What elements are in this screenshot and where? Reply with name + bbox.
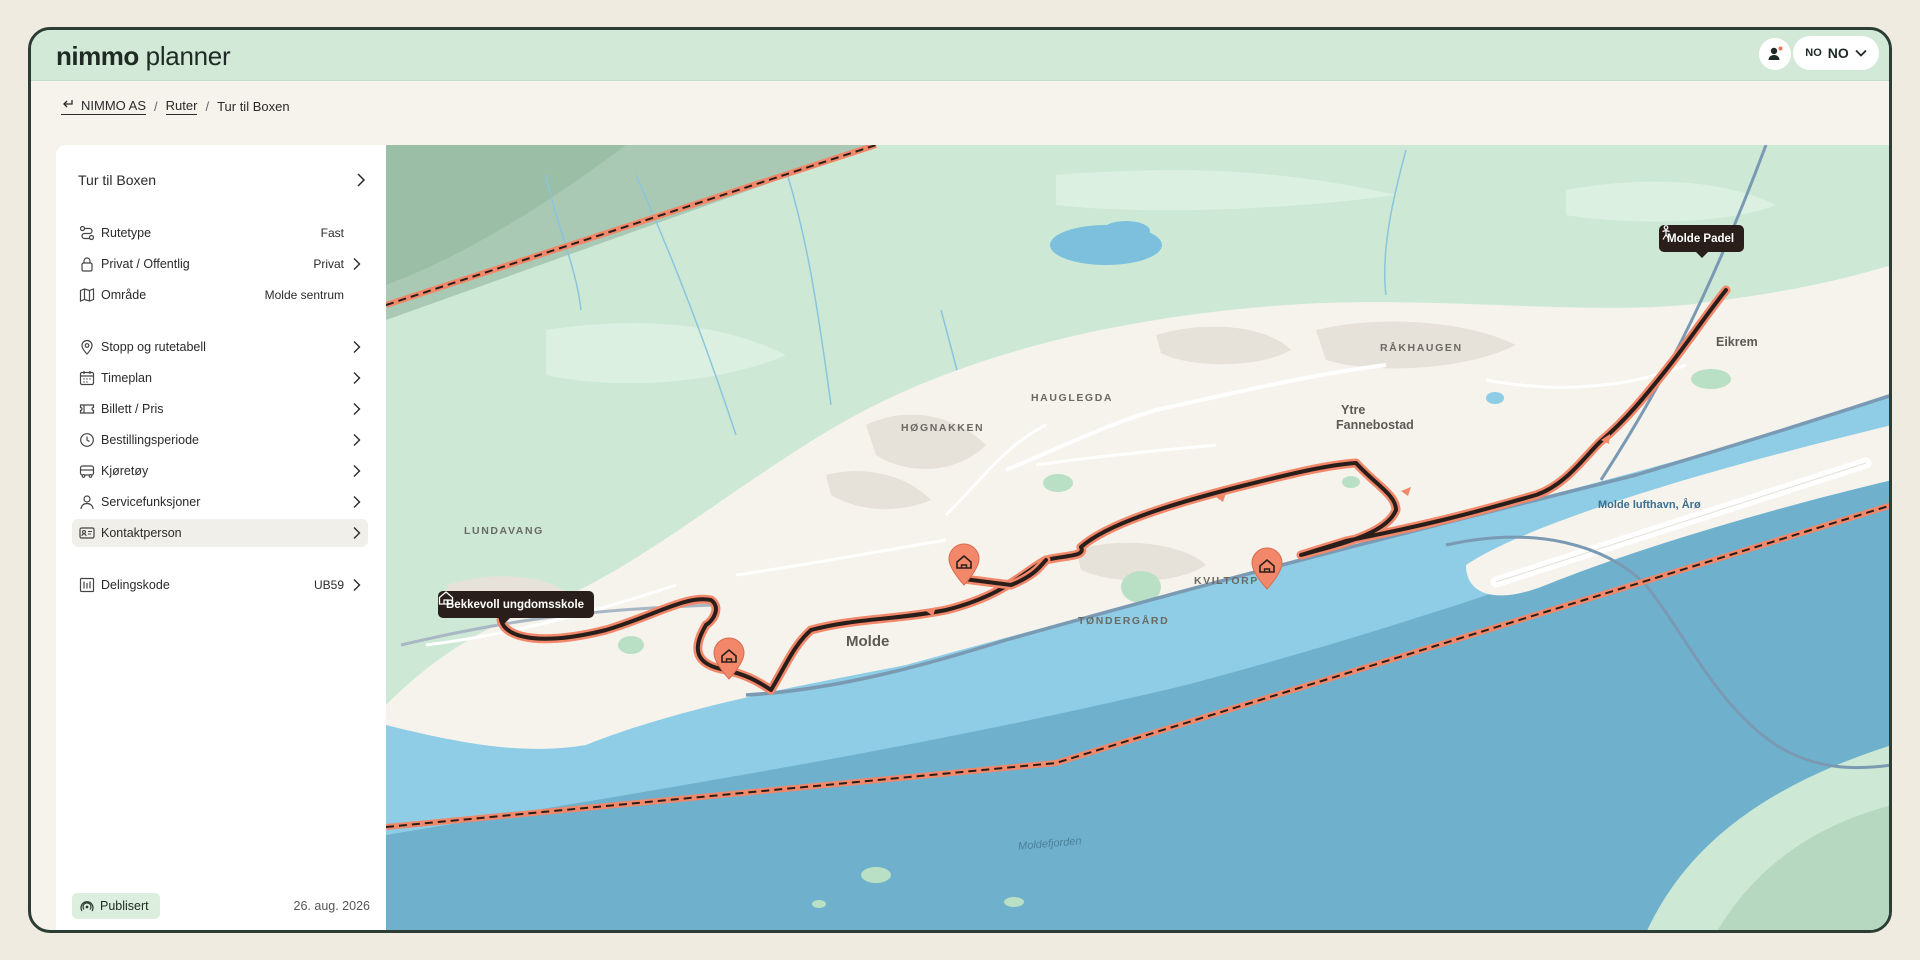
map-label-hognakken: HØGNAKKEN (901, 422, 985, 434)
location-pin-icon (78, 338, 96, 356)
property-route-type: Rutetype Fast (72, 219, 368, 247)
share-code-row[interactable]: Delingskode UB59 (72, 571, 368, 599)
person-icon (78, 493, 96, 511)
clock-icon (78, 431, 96, 449)
contact-card-icon (78, 524, 96, 542)
section-ticket-price[interactable]: Billett / Pris (72, 395, 368, 423)
chevron-right-icon (350, 257, 364, 271)
route-sidebar: Tur til Boxen Rutetype Fast Privat / Off… (56, 145, 386, 930)
route-title: Tur til Boxen (78, 172, 157, 188)
map-place-eikrem: Eikrem (1716, 335, 1758, 349)
share-code-icon (78, 576, 96, 594)
map-stop-start[interactable]: Bekkevoll ungdomsskole (438, 591, 595, 624)
bus-icon (78, 462, 96, 480)
status-badge[interactable]: Publisert (72, 893, 160, 919)
app-window: nimmo planner NO NO NIMMO AS / Ruter / T… (28, 27, 1892, 933)
route-map[interactable]: LUNDAVANG HØGNAKKEN HAUGLEGDA RÅKHAUGEN … (386, 145, 1889, 930)
top-bar: nimmo planner NO NO (31, 30, 1889, 81)
section-contact-person[interactable]: Kontaktperson (72, 519, 368, 547)
route-icon (78, 224, 96, 242)
map-stop-pin[interactable] (1249, 545, 1285, 591)
chevron-right-icon (350, 340, 364, 354)
map-stop-pin[interactable] (711, 635, 747, 681)
property-area: Område Molde sentrum (72, 281, 368, 309)
app-logo[interactable]: nimmo planner (56, 41, 231, 72)
map-label-rakhaugen: RÅKHAUGEN (1380, 342, 1463, 354)
chevron-right-icon (357, 173, 366, 187)
section-stops-timetable[interactable]: Stopp og rutetabell (72, 333, 368, 361)
section-vehicle[interactable]: Kjøretøy (72, 457, 368, 485)
map-place-fannebostad: Fannebostad (1336, 418, 1414, 432)
map-label-lundavang: LUNDAVANG (464, 525, 544, 537)
map-stop-end[interactable]: Molde Padel (1659, 225, 1745, 258)
breadcrumb: NIMMO AS / Ruter / Tur til Boxen (61, 94, 290, 118)
property-privacy[interactable]: Privat / Offentlig Privat (72, 250, 368, 278)
breadcrumb-current: Tur til Boxen (217, 98, 290, 114)
walking-person-icon (1662, 225, 1670, 240)
breadcrumb-link-routes[interactable]: Ruter (165, 98, 198, 115)
map-canvas (386, 145, 1889, 930)
return-arrow-icon (63, 100, 73, 108)
map-icon (78, 286, 96, 304)
map-label-tondergard: TØNDERGÅRD (1078, 615, 1170, 627)
chevron-right-icon (350, 402, 364, 416)
chevron-right-icon (350, 464, 364, 478)
school-icon (438, 591, 454, 605)
user-notifications-button[interactable] (1759, 38, 1791, 70)
map-label-airport: Molde lufthavn, Årø (1598, 499, 1701, 511)
map-label-hauglegda: HAUGLEGDA (1031, 392, 1114, 404)
ticket-icon (78, 400, 96, 418)
broadcast-icon (80, 901, 94, 912)
published-date: 26. aug. 2026 (293, 899, 370, 913)
chevron-down-icon (1855, 49, 1867, 57)
map-place-ytre: Ytre (1341, 403, 1366, 417)
section-booking-period[interactable]: Bestillingsperiode (72, 426, 368, 454)
user-icon (1768, 46, 1783, 60)
chevron-right-icon (350, 578, 364, 592)
calendar-icon (78, 369, 96, 387)
chevron-right-icon (350, 371, 364, 385)
language-selector[interactable]: NO NO (1793, 36, 1879, 70)
breadcrumb-link-organization[interactable]: NIMMO AS (61, 98, 147, 115)
chevron-right-icon (350, 495, 364, 509)
section-service-functions[interactable]: Servicefunksjoner (72, 488, 368, 516)
map-stop-pin[interactable] (946, 541, 982, 587)
lock-icon (78, 255, 96, 273)
chevron-right-icon (350, 526, 364, 540)
route-title-button[interactable]: Tur til Boxen (78, 165, 368, 195)
map-place-molde: Molde (846, 633, 890, 650)
chevron-right-icon (350, 433, 364, 447)
section-schedule[interactable]: Timeplan (72, 364, 368, 392)
